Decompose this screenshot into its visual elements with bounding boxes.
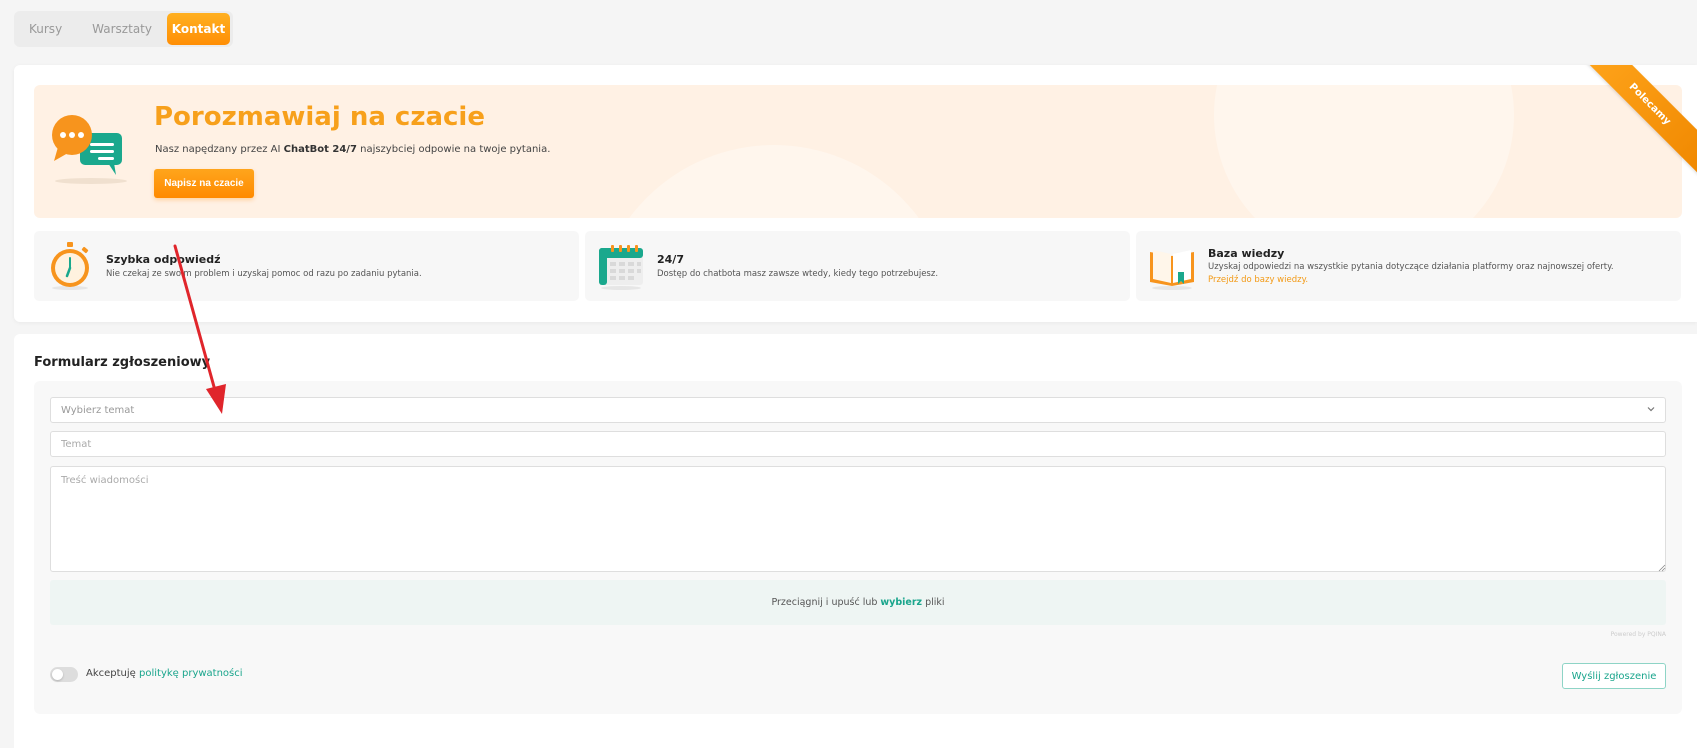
- feature-list: Szybka odpowiedź Nie czekaj ze swoim pro…: [34, 231, 1682, 301]
- subject-input[interactable]: [50, 431, 1666, 457]
- hero-description: Nasz napędzany przez AI ChatBot 24/7 naj…: [155, 144, 550, 155]
- tab-warsztaty[interactable]: Warsztaty: [77, 13, 167, 45]
- form-title: Formularz zgłoszeniowy: [34, 355, 211, 370]
- resize-grip-icon[interactable]: [1658, 564, 1666, 572]
- dropzone-suffix: pliki: [925, 597, 945, 608]
- feature-item-24-7: 24/7 Dostęp do chatbota masz zawsze wted…: [585, 231, 1130, 301]
- decor-blob: [1214, 85, 1514, 218]
- feature-title: Szybka odpowiedź: [106, 253, 221, 266]
- form-container: Wybierz temat Przeciągnij i upuść lub wy…: [34, 381, 1682, 714]
- hero-title: Porozmawiaj na czacie: [154, 102, 485, 132]
- chat-promo-card: Porozmawiaj na czacie Nasz napędzany prz…: [14, 65, 1697, 322]
- open-book-icon: [1150, 250, 1194, 290]
- submit-button[interactable]: Wyślij zgłoszenie: [1562, 663, 1666, 689]
- stopwatch-icon: [51, 242, 89, 290]
- chat-bubbles-icon: [52, 115, 127, 184]
- decor-blob: [594, 145, 954, 218]
- hero-desc-bold: ChatBot 24/7: [283, 144, 357, 155]
- feature-description: Uzyskaj odpowiedzi na wszystkie pytania …: [1208, 262, 1614, 272]
- chat-button[interactable]: Napisz na czacie: [154, 169, 254, 198]
- feature-description: Dostęp do chatbota masz zawsze wtedy, ki…: [657, 269, 939, 279]
- message-textarea[interactable]: [50, 466, 1666, 572]
- feature-item-knowledge-base: Baza wiedzy Uzyskaj odpowiedzi na wszyst…: [1136, 231, 1681, 301]
- tab-kontakt[interactable]: Kontakt: [166, 13, 230, 45]
- feature-description: Nie czekaj ze swoim problem i uzyskaj po…: [106, 269, 422, 279]
- contact-form-card: Formularz zgłoszeniowy Wybierz temat Prz…: [14, 334, 1697, 748]
- knowledge-base-link[interactable]: Przejdź do bazy wiedzy.: [1208, 275, 1308, 285]
- topic-select[interactable]: Wybierz temat: [50, 397, 1666, 423]
- tab-bar: Kursy Warsztaty Kontakt: [14, 11, 233, 47]
- tab-kursy[interactable]: Kursy: [14, 13, 77, 45]
- hero-desc-prefix: Nasz napędzany przez AI: [155, 144, 284, 155]
- file-dropzone[interactable]: Przeciągnij i upuść lub wybierz pliki: [50, 580, 1666, 625]
- feature-title: Baza wiedzy: [1208, 247, 1285, 260]
- feature-title: 24/7: [657, 253, 684, 266]
- privacy-policy-link[interactable]: politykę prywatności: [139, 668, 243, 679]
- chevron-down-icon: [1647, 407, 1655, 412]
- powered-by-label: Powered by PQINA: [1610, 631, 1666, 638]
- hero-desc-suffix: najszybciej odpowie na twoje pytania.: [356, 144, 551, 155]
- dropzone-prefix: Przeciągnij i upuść lub: [771, 597, 878, 608]
- privacy-toggle[interactable]: [50, 667, 78, 682]
- dropzone-browse-link[interactable]: wybierz: [880, 597, 922, 608]
- chat-hero-banner: Porozmawiaj na czacie Nasz napędzany prz…: [34, 85, 1682, 218]
- privacy-consent-label: Akceptuję politykę prywatności: [86, 668, 243, 679]
- feature-item-fast-answer: Szybka odpowiedź Nie czekaj ze swoim pro…: [34, 231, 579, 301]
- calendar-icon: [599, 245, 643, 290]
- topic-select-placeholder: Wybierz temat: [61, 404, 135, 416]
- toggle-knob: [52, 669, 63, 680]
- consent-prefix: Akceptuję: [86, 668, 139, 679]
